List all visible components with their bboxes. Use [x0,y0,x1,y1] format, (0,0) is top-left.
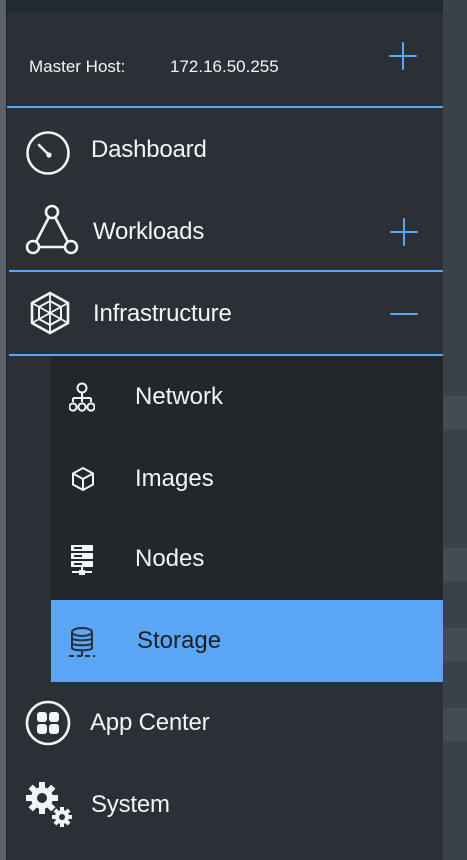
infrastructure-submenu: Network Images Nodes Storage [51,356,443,682]
server-rack-icon [69,543,95,577]
nav-label-dashboard: Dashboard [91,136,207,163]
cube-wireframe-icon [30,291,70,335]
content-area-strip [443,0,467,860]
gears-icon [24,780,76,830]
master-host-ip: 172.16.50.255 [170,57,279,76]
database-icon [67,626,97,660]
sub-label-storage: Storage [137,627,222,654]
top-bar [7,0,443,12]
master-host-header: Master Host: 172.16.50.255 [7,12,443,108]
cube-icon [71,466,95,492]
collapse-infrastructure-button[interactable] [388,298,420,330]
nav-label-system: System [91,791,170,818]
nav-item-dashboard[interactable]: Dashboard [7,108,443,190]
sub-item-network[interactable]: Network [51,356,443,436]
gauge-icon [24,129,72,177]
sub-item-storage[interactable]: Storage [51,600,443,682]
content-row-band [443,708,467,742]
sub-item-images[interactable]: Images [51,438,443,518]
nav-label-app-center: App Center [90,709,210,736]
nav-item-app-center[interactable]: App Center [7,682,443,764]
sidebar: Master Host: 172.16.50.255 Dashboard Wor… [7,0,443,860]
nav-item-infrastructure[interactable]: Infrastructure [7,272,443,354]
sub-label-nodes: Nodes [135,545,205,572]
nav-label-workloads: Workloads [93,218,205,245]
content-row-band [443,396,467,430]
sub-label-images: Images [135,465,214,492]
content-row-band [443,628,467,662]
grid-apps-icon [24,699,72,747]
nav-label-infrastructure: Infrastructure [93,300,232,327]
add-master-host-button[interactable] [387,40,419,72]
nav-item-system[interactable]: System [7,764,443,860]
network-triangle-icon [25,203,79,255]
nav-item-workloads[interactable]: Workloads [7,190,443,272]
master-host-label: Master Host: [29,57,126,76]
sub-label-network: Network [135,383,224,410]
org-tree-icon [69,382,95,414]
content-row-band [443,548,467,582]
expand-workloads-button[interactable] [388,216,420,248]
sub-item-nodes[interactable]: Nodes [51,518,443,598]
